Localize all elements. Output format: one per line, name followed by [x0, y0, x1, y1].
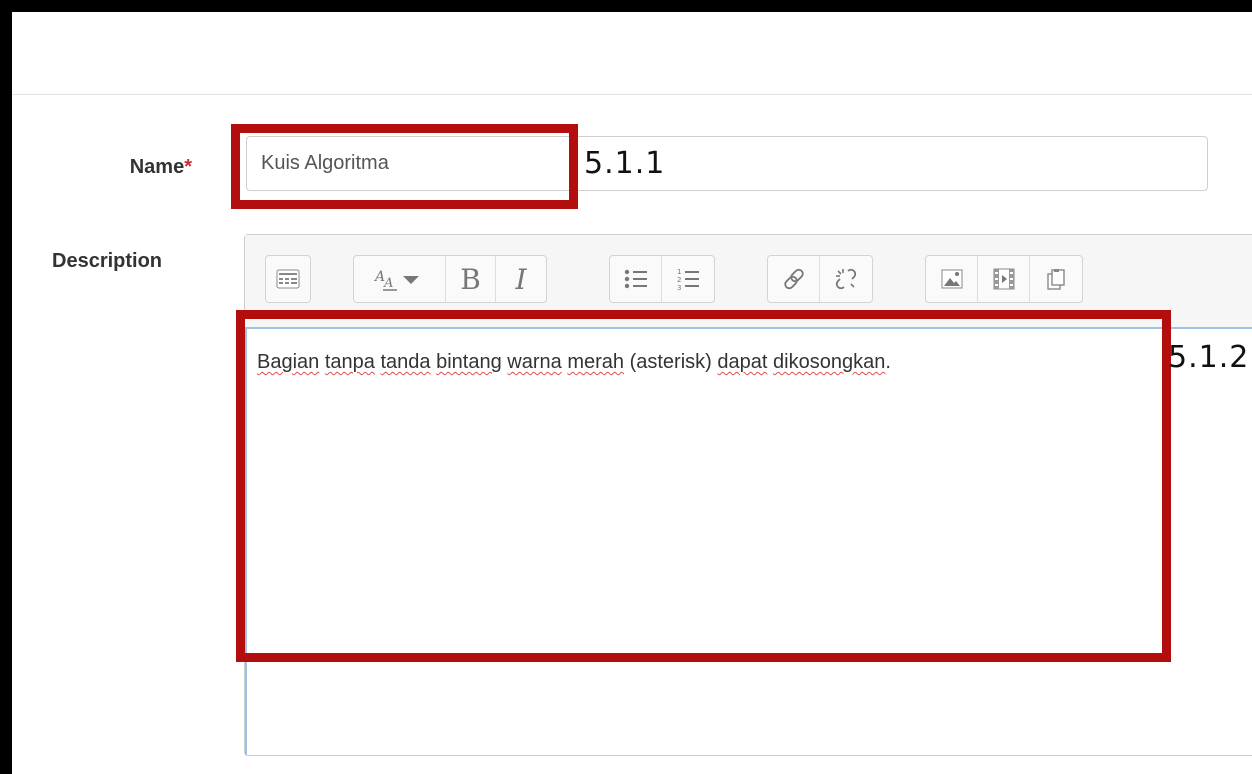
content-word: tanpa	[324, 351, 375, 373]
bold-button[interactable]: B	[446, 256, 496, 302]
bold-icon: B	[460, 262, 481, 296]
toolbar-group-style: AA B I	[353, 255, 547, 303]
ordered-list-icon: 123	[676, 267, 700, 291]
svg-text:3: 3	[677, 284, 681, 291]
toolbar-toggle-button[interactable]	[266, 256, 310, 302]
description-content-text: Bagian tanpa tanda bintang warna merah (…	[257, 351, 891, 374]
name-label-text: Name	[129, 156, 185, 178]
step-annotation-name: 5.1.1	[584, 146, 666, 181]
content-period: .	[885, 351, 891, 373]
content-word: bintang	[436, 351, 502, 373]
content-word: (asterisk)	[629, 351, 712, 373]
manage-files-icon	[1046, 268, 1066, 290]
link-button[interactable]	[768, 256, 820, 302]
step-annotation-description: 5.1.2	[1168, 340, 1250, 375]
content-word: Bagian	[257, 351, 320, 373]
content-word: merah	[567, 351, 625, 373]
italic-icon: I	[515, 262, 527, 296]
description-label: Description	[52, 250, 163, 272]
toolbar-group-lists: 123	[609, 255, 715, 303]
content-word: dikosongkan	[773, 351, 886, 373]
toolbar-group-show-more	[265, 255, 311, 303]
description-editor[interactable]: AA B I 123 Bagian tanpa tanda bintang wa…	[244, 234, 1252, 756]
unlink-icon	[834, 267, 858, 291]
media-button[interactable]	[978, 256, 1030, 302]
link-icon	[782, 267, 806, 291]
toolbar-group-media	[925, 255, 1083, 303]
svg-text:A: A	[383, 276, 393, 291]
manage-files-button[interactable]	[1030, 256, 1082, 302]
svg-text:1: 1	[677, 268, 681, 276]
italic-button[interactable]: I	[496, 256, 546, 302]
content-word: warna	[507, 351, 562, 373]
content-word: tanda	[380, 351, 431, 373]
required-asterisk: *	[184, 156, 192, 178]
name-input[interactable]	[246, 136, 1208, 191]
unlink-button[interactable]	[820, 256, 872, 302]
name-label: Name*	[130, 156, 192, 179]
paragraph-styles-button[interactable]: AA	[354, 256, 446, 302]
image-icon	[941, 269, 963, 289]
ordered-list-button[interactable]: 123	[662, 256, 714, 302]
paragraph-styles-icon: AA	[373, 266, 427, 292]
unordered-list-icon	[624, 268, 648, 290]
svg-text:2: 2	[677, 276, 681, 284]
toolbar-toggle-icon	[276, 269, 300, 289]
unordered-list-button[interactable]	[610, 256, 662, 302]
header-divider	[12, 94, 1252, 95]
media-icon	[993, 268, 1015, 290]
toolbar-group-links	[767, 255, 873, 303]
image-button[interactable]	[926, 256, 978, 302]
content-word: dapat	[717, 351, 768, 373]
editor-content-area[interactable]: Bagian tanpa tanda bintang warna merah (…	[245, 327, 1252, 755]
editor-toolbar: AA B I 123	[245, 235, 1252, 328]
